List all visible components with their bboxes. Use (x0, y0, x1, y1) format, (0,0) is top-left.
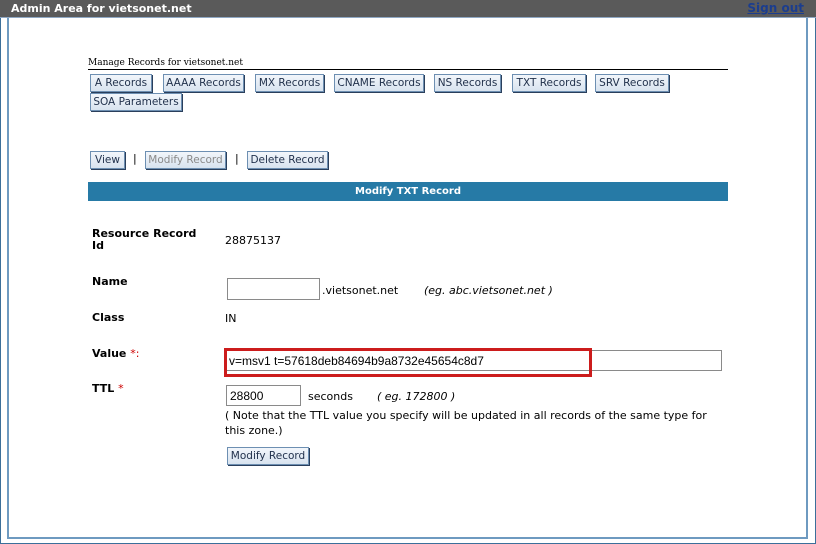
tab-soa-parameters[interactable]: SOA Parameters (90, 93, 182, 111)
form-title: Modify TXT Record (355, 186, 461, 197)
modify-record-submit-button[interactable]: Modify Record (227, 447, 309, 465)
page-title: Admin Area for vietsonet.net (11, 2, 192, 15)
ttl-label-row: TTL * (92, 383, 124, 395)
ttl-input[interactable] (226, 385, 301, 406)
ttl-required-mark: * (118, 382, 124, 395)
tab-a-records[interactable]: A Records (90, 74, 152, 92)
ttl-note: ( Note that the TTL value you specify wi… (225, 409, 707, 437)
class-value: IN (225, 312, 237, 325)
ttl-hint: ( eg. 172800 ) (377, 390, 456, 403)
name-label: Name (92, 275, 128, 288)
manage-records-heading: Manage Records for vietsonet.net (88, 58, 243, 68)
left-border (7, 18, 9, 538)
ttl-label: TTL (92, 382, 115, 395)
action-separator: | (133, 152, 137, 165)
tab-aaaa-records[interactable]: AAAA Records (163, 74, 244, 92)
class-label: Class (92, 311, 125, 324)
resource-record-id-label: Resource Record Id (92, 227, 197, 252)
heading-divider (88, 69, 728, 70)
ttl-unit: seconds (308, 390, 353, 403)
name-hint: (eg. abc.vietsonet.net ) (424, 284, 553, 297)
top-bar: Admin Area for vietsonet.net Sign out (0, 0, 816, 18)
name-domain-suffix: .vietsonet.net (322, 284, 399, 297)
action-separator: | (235, 152, 239, 165)
view-button[interactable]: View (90, 151, 125, 169)
modify-record-tab-button[interactable]: Modify Record (145, 151, 226, 169)
tab-cname-records[interactable]: CNAME Records (334, 74, 424, 92)
form-header: Modify TXT Record (88, 182, 728, 201)
value-input[interactable] (225, 350, 722, 371)
value-label: Value (92, 347, 127, 360)
name-input[interactable] (227, 278, 320, 300)
delete-record-button[interactable]: Delete Record (247, 151, 328, 169)
right-border (806, 18, 808, 538)
value-required-mark: *: (130, 347, 140, 360)
tab-mx-records[interactable]: MX Records (255, 74, 324, 92)
tab-ns-records[interactable]: NS Records (434, 74, 501, 92)
resource-record-id-value: 28875137 (225, 234, 281, 247)
tab-srv-records[interactable]: SRV Records (595, 74, 669, 92)
sign-out-link[interactable]: Sign out (747, 1, 804, 15)
tab-txt-records[interactable]: TXT Records (512, 74, 586, 92)
bottom-border (7, 537, 808, 539)
value-label-row: Value *: (92, 348, 139, 360)
